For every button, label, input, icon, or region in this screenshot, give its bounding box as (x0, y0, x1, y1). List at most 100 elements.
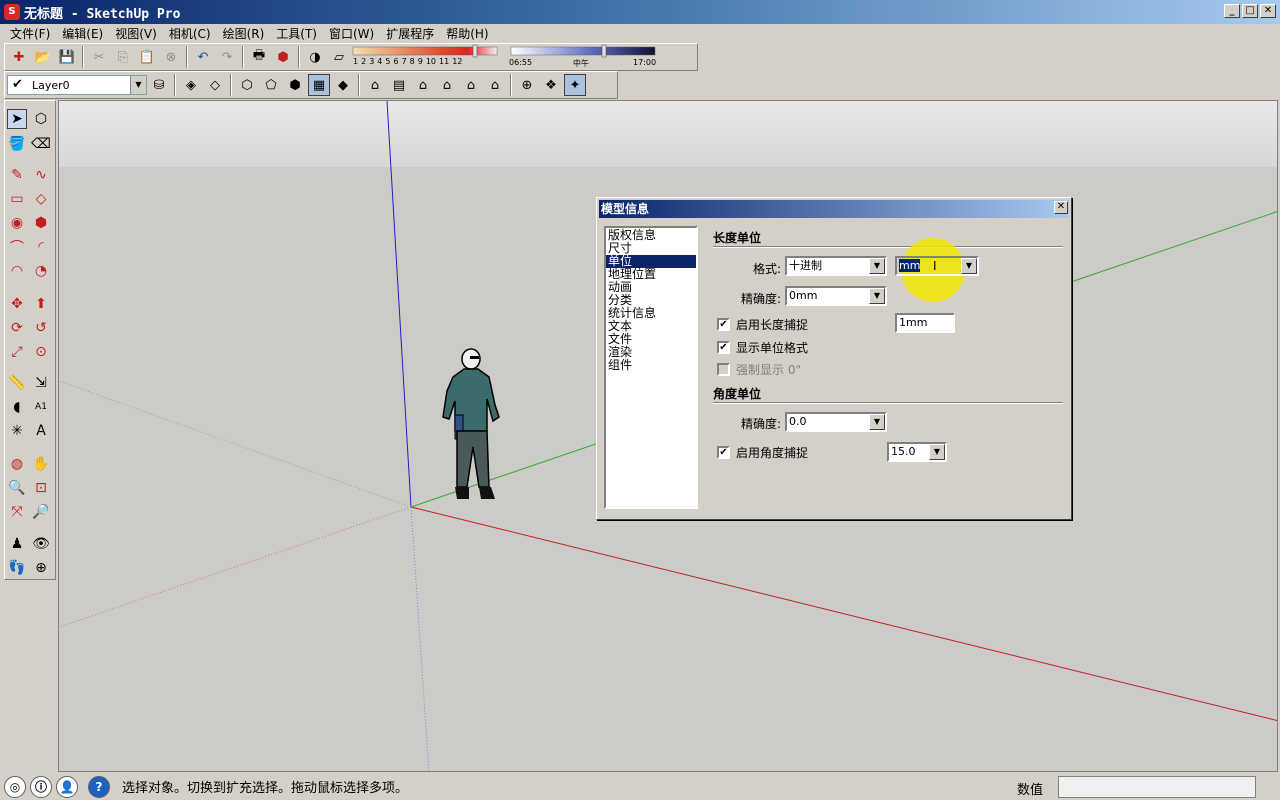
delete-icon[interactable]: ⊗ (160, 46, 182, 68)
measurements-input[interactable] (1058, 776, 1256, 798)
help-icon[interactable]: ? (88, 775, 110, 798)
layer-manager-icon[interactable]: ⛁ (148, 74, 170, 96)
zoom-extents-icon[interactable]: ⤧ (7, 502, 27, 522)
front-view-icon[interactable]: ⌂ (412, 74, 434, 96)
back-view-icon[interactable]: ⌂ (460, 74, 482, 96)
close-window-button[interactable]: ✕ (1260, 4, 1276, 18)
previous-view-icon[interactable]: 🔎 (31, 502, 51, 522)
tape-measure-icon[interactable]: 📏 (7, 373, 27, 393)
date-slider[interactable]: 1 2 3 4 5 6 7 8 9 10 11 12 (351, 44, 501, 70)
time-slider[interactable]: 06:55 中午 17:00 (509, 44, 659, 70)
line-pencil-icon[interactable]: ✎ (7, 165, 27, 185)
chevron-down-icon[interactable]: ▼ (961, 258, 977, 274)
dimension-icon[interactable]: ⇲ (31, 373, 51, 393)
3d-text-icon[interactable]: A (31, 421, 51, 441)
monochrome-icon[interactable]: ◆ (332, 74, 354, 96)
two-point-arc-icon[interactable]: ◜ (31, 237, 51, 257)
move-icon[interactable]: ✥ (7, 294, 27, 314)
pie-icon[interactable]: ◔ (31, 261, 51, 281)
top-view-icon[interactable]: ▤ (388, 74, 410, 96)
menu-window[interactable]: 窗口(W) (323, 25, 380, 42)
look-around-eye-icon[interactable]: 👁 (31, 534, 51, 554)
circle-icon[interactable]: ◉ (7, 213, 27, 233)
follow-me-icon[interactable]: ↺ (31, 318, 51, 338)
shadow-settings-icon[interactable]: ◑ (304, 46, 326, 68)
copy-icon[interactable]: ⎘ (112, 46, 134, 68)
redo-icon[interactable]: ↷ (216, 46, 238, 68)
enable-angle-snap-checkbox[interactable]: ✔ 启用角度捕捉 (717, 444, 808, 461)
offset-icon[interactable]: ⊙ (31, 342, 51, 362)
three-point-arc-icon[interactable]: ◠ (7, 261, 27, 281)
user-account-icon[interactable]: 👤 (56, 775, 78, 798)
section-tool-icon[interactable]: ⊕ (31, 558, 51, 578)
checkbox-checked-icon[interactable]: ✔ (717, 341, 730, 354)
maximize-button[interactable]: □ (1242, 4, 1258, 18)
xray-style-icon[interactable]: ◈ (180, 74, 202, 96)
model-info-icon[interactable]: ⬢ (272, 46, 294, 68)
push-pull-icon[interactable]: ⬆ (31, 294, 51, 314)
menu-camera[interactable]: 相机(C) (163, 25, 217, 42)
select-arrow-icon[interactable]: ➤ (7, 109, 27, 129)
new-file-icon[interactable]: ✚ (8, 46, 30, 68)
paste-icon[interactable]: 📋 (136, 46, 158, 68)
dialog-close-button[interactable]: ✕ (1054, 201, 1068, 214)
chevron-down-icon[interactable]: ▼ (130, 76, 146, 94)
walk-footprints-icon[interactable]: 👣 (7, 558, 27, 578)
menu-draw[interactable]: 绘图(R) (217, 25, 271, 42)
zoom-window-icon[interactable]: ⊡ (31, 478, 51, 498)
chevron-down-icon[interactable]: ▼ (869, 288, 885, 304)
paint-bucket-icon[interactable]: 🪣 (7, 134, 27, 154)
shaded-icon[interactable]: ⬢ (284, 74, 306, 96)
arc-icon[interactable]: ⌒ (7, 237, 27, 257)
undo-icon[interactable]: ↶ (192, 46, 214, 68)
length-snap-input[interactable]: 1mm (895, 313, 955, 333)
freehand-icon[interactable]: ∿ (31, 165, 51, 185)
print-icon[interactable]: 🖶 (248, 46, 270, 68)
menu-view[interactable]: 视图(V) (109, 25, 163, 42)
angle-precision-select[interactable]: 0.0 ▼ (785, 412, 887, 432)
angle-snap-select[interactable]: 15.0 ▼ (887, 442, 947, 462)
minimize-button[interactable]: _ (1224, 4, 1240, 18)
right-view-icon[interactable]: ⌂ (436, 74, 458, 96)
rectangle-icon[interactable]: ▭ (7, 189, 27, 209)
shaded-textures-icon[interactable]: ▦ (308, 74, 330, 96)
iso-view-icon[interactable]: ⌂ (364, 74, 386, 96)
back-edges-icon[interactable]: ◇ (204, 74, 226, 96)
cut-icon[interactable]: ✂ (88, 46, 110, 68)
unit-select[interactable]: mm I ▼ (895, 256, 979, 276)
format-select[interactable]: 十进制 ▼ (785, 256, 887, 276)
checkbox-checked-icon[interactable]: ✔ (717, 446, 730, 459)
position-camera-icon[interactable]: ♟ (7, 534, 27, 554)
scale-icon[interactable]: ⤢ (7, 342, 27, 362)
open-folder-icon[interactable]: 📂 (32, 46, 54, 68)
pan-hand-icon[interactable]: ✋ (31, 454, 51, 474)
chevron-down-icon[interactable]: ▼ (869, 258, 885, 274)
show-unit-format-checkbox[interactable]: ✔ 显示单位格式 (717, 339, 808, 356)
polygon-icon[interactable]: ⬢ (31, 213, 51, 233)
precision-select[interactable]: 0mm ▼ (785, 286, 887, 306)
chevron-down-icon[interactable]: ▼ (929, 444, 945, 460)
make-component-icon[interactable]: ⬡ (31, 109, 51, 129)
list-item-components[interactable]: 组件 (606, 359, 696, 372)
orbit-icon[interactable]: ◍ (7, 454, 27, 474)
category-list[interactable]: 版权信息 尺寸 单位 地理位置 动画 分类 统计信息 文本 文件 渲染 组件 (604, 226, 698, 509)
component-icon[interactable]: ❖ (540, 74, 562, 96)
hidden-line-icon[interactable]: ⬠ (260, 74, 282, 96)
axes-icon[interactable]: ⊕ (516, 74, 538, 96)
eraser-icon[interactable]: ⌫ (31, 134, 51, 154)
enable-length-snap-checkbox[interactable]: ✔ 启用长度捕捉 (717, 316, 808, 333)
geo-location-icon[interactable]: ◎ (4, 775, 26, 798)
shadow-toggle-icon[interactable]: ▱ (328, 46, 350, 68)
wireframe-icon[interactable]: ⬡ (236, 74, 258, 96)
checkbox-checked-icon[interactable]: ✔ (717, 318, 730, 331)
zoom-icon[interactable]: 🔍 (7, 478, 27, 498)
chevron-down-icon[interactable]: ▼ (869, 414, 885, 430)
save-icon[interactable]: 💾 (56, 46, 78, 68)
menu-help[interactable]: 帮助(H) (440, 25, 494, 42)
layer-select[interactable]: ✔ Layer0 ▼ (7, 75, 147, 95)
menu-tools[interactable]: 工具(T) (270, 25, 323, 42)
rotated-rectangle-icon[interactable]: ◇ (31, 189, 51, 209)
menu-edit[interactable]: 编辑(E) (56, 25, 109, 42)
credits-icon[interactable]: ⓘ (30, 775, 52, 798)
menu-file[interactable]: 文件(F) (4, 25, 56, 42)
